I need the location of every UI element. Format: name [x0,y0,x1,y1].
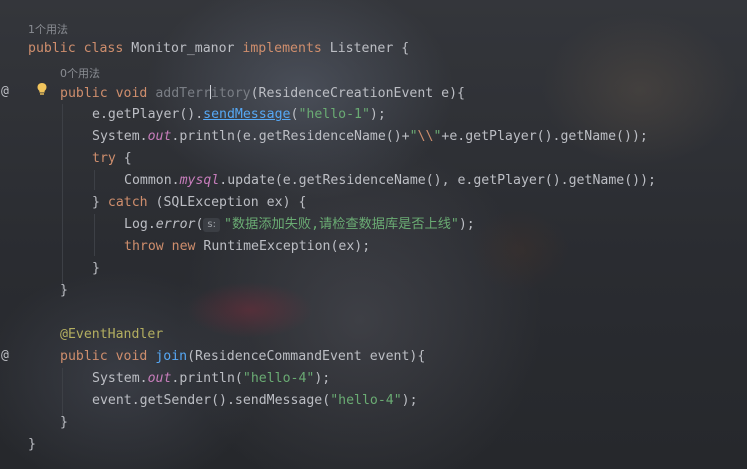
code-text: Common. [124,173,180,188]
code-text: System. [92,371,148,386]
annotation: @EventHandler [60,327,164,342]
static-field: out [147,371,172,386]
method-declaration-line: public void addTerritory(ResidenceCreati… [60,85,465,102]
code-line: Log.error(s: "数据添加失败,请检查数据库是否上线"); [124,217,475,233]
override-icon[interactable]: @ [1,84,9,99]
code-text: RuntimeException(ex); [195,239,371,254]
closing-brace: } [28,437,36,452]
code-text: ); [458,217,475,232]
code-line: System.out.println("hello-4"); [92,371,330,387]
code-line: throw new RuntimeException(ex); [124,239,370,255]
closing-brace: } [92,261,100,276]
code-text: Log. [124,217,156,232]
escape-sequence: \\ [417,129,434,144]
string-literal: "hello-4" [330,393,402,408]
brace: } [92,195,108,210]
closing-brace: } [60,415,68,430]
code-text: ); [369,107,386,122]
code-text: ); [314,371,331,386]
code-text: System. [92,129,148,144]
brace: { [115,151,132,166]
code-text: .println( [171,371,243,386]
code-line: event.getSender().sendMessage("hello-4")… [92,393,418,409]
method-call-link[interactable]: sendMessage [203,107,290,122]
code-text: ( [195,217,204,232]
code-line: System.out.println(e.getResidenceName()+… [92,129,648,145]
indent-guide [94,170,95,190]
override-icon[interactable]: @ [1,348,9,363]
keyword: implements [242,41,322,56]
static-field: out [147,129,172,144]
indent-guide [94,214,95,256]
closing-brace: } [60,283,68,298]
keyword: try [92,151,116,166]
method-name-part: itory [210,86,251,101]
static-method: error [155,217,196,232]
keyword: public [60,349,108,364]
code-text: (SQLException ex) { [147,195,307,210]
method-declaration-line: public void join(ResidenceCommandEvent e… [60,349,425,365]
keyword: void [115,349,148,364]
code-text: ); [401,393,418,408]
keyword: throw [124,239,164,254]
class-name: Monitor_manor [131,41,235,56]
keyword: void [115,86,148,101]
code-text: .println(e.getResidenceName()+ [171,129,410,144]
code-line: e.getPlayer().sendMessage("hello-1"); [92,107,386,123]
brace: { [401,41,410,56]
parameter-list: (ResidenceCommandEvent event){ [187,349,426,364]
keyword: public [60,86,108,101]
keyword: new [171,239,196,254]
string-literal: "hello-1" [298,107,370,122]
interface-name: Listener [329,41,394,56]
string-literal: "数据添加失败,请检查数据库是否上线" [224,217,459,232]
code-line: try { [92,151,132,167]
indent-guide [62,104,63,294]
string-literal: "hello-4" [242,371,315,386]
method-name: addTerritory [155,85,251,101]
keyword: catch [107,195,148,210]
code-text: e.getPlayer(). [92,107,204,122]
parameter-name-hint: s: [203,218,221,232]
method-usage-hint[interactable]: 0个用法 [60,65,100,81]
class-declaration-line: public class Monitor_manor implements Li… [28,41,409,57]
static-field: mysql [179,173,220,188]
string-literal: " [409,129,418,144]
keyword: class [83,41,124,56]
code-text: event.getSender().sendMessage( [92,393,331,408]
method-name: join [155,349,188,364]
code-text: +e.getPlayer().getName()); [441,129,648,144]
code-editor[interactable]: 1个用法 public class Monitor_manor implemen… [0,0,747,469]
parameter-list: (ResidenceCreationEvent e){ [250,86,465,101]
lightbulb-icon[interactable] [36,82,48,96]
keyword: public [28,41,76,56]
code-text: .update(e.getResidenceName(), e.getPlaye… [219,173,656,188]
class-usage-hint[interactable]: 1个用法 [28,21,68,37]
method-name-part: addTerr [155,86,211,101]
code-line: Common.mysql.update(e.getResidenceName()… [124,173,656,189]
code-line: } catch (SQLException ex) { [92,195,306,211]
